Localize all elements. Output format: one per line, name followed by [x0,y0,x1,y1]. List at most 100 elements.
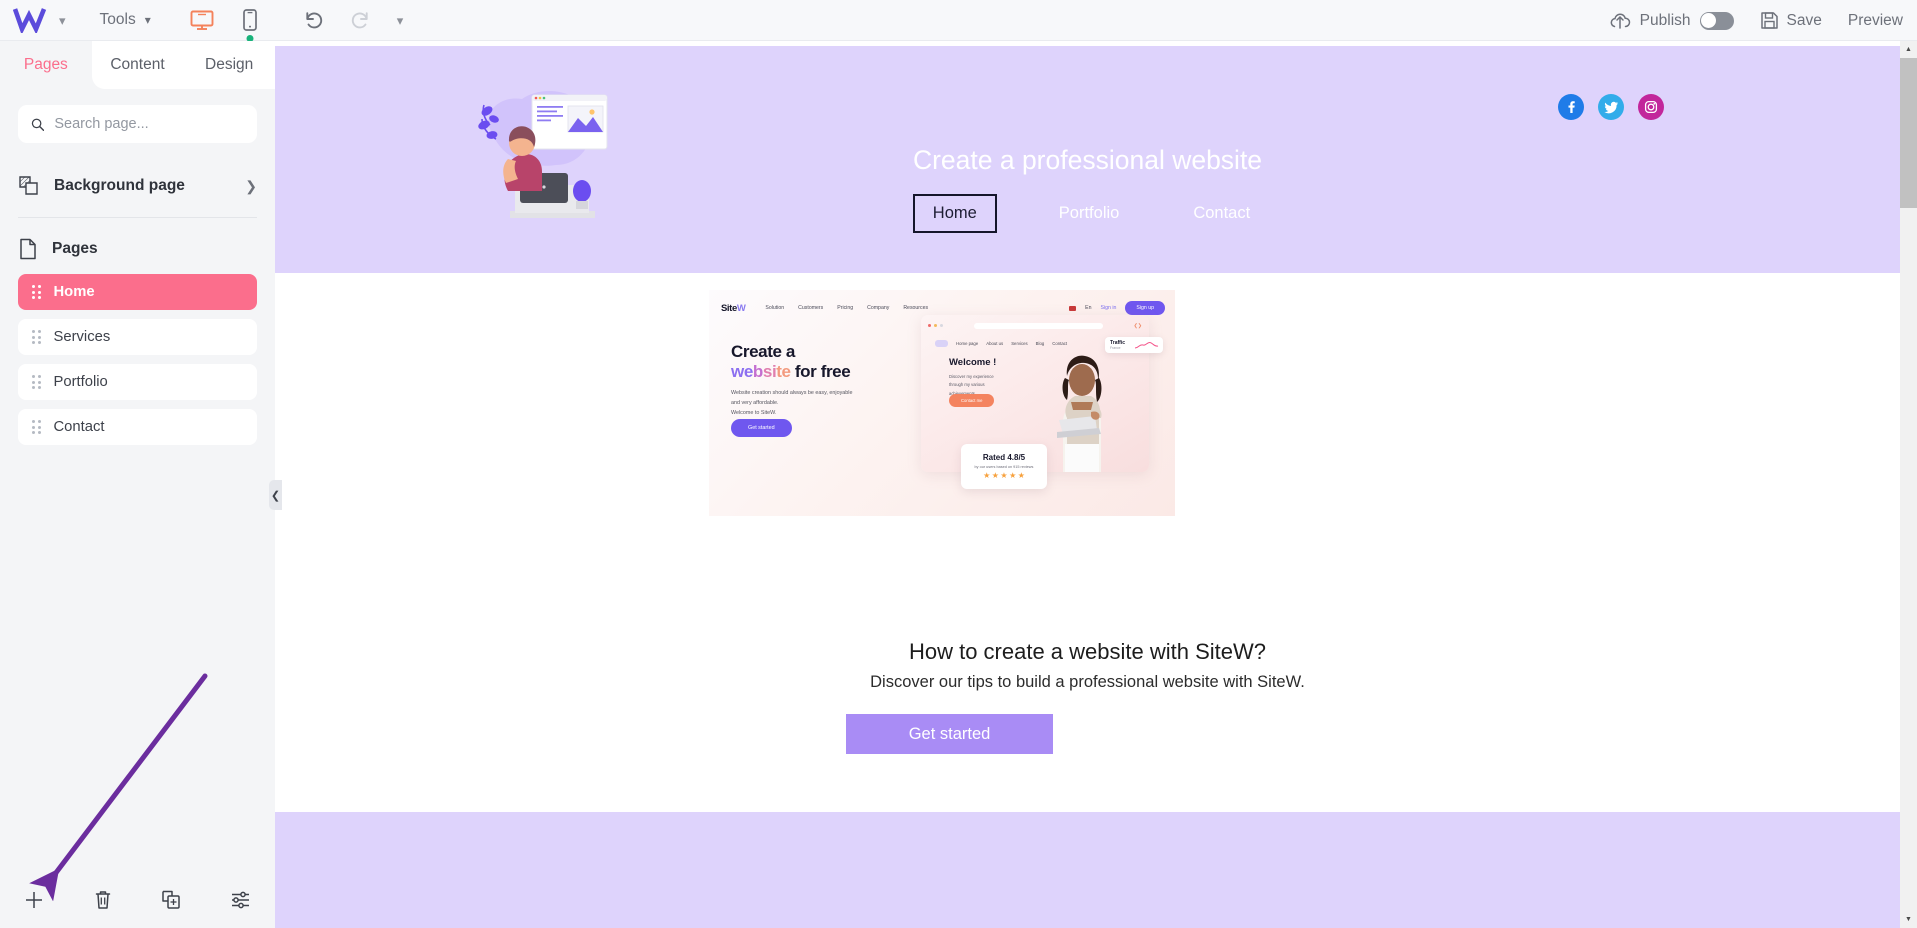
mockup-contact-me-button: Contact me [949,394,995,407]
drag-handle-icon[interactable] [32,330,41,344]
page-list-item-services[interactable]: Services [18,319,257,355]
page-list: Home Services Portfolio Contact [18,274,257,445]
scroll-up-button[interactable]: ▲ [1900,41,1917,58]
publish-toggle[interactable] [1699,11,1734,30]
section-subtitle[interactable]: Discover our tips to build a professiona… [275,673,1900,692]
embedded-nav-company: Company [867,305,890,311]
embedded-heading: Create a website for free [731,342,851,381]
undo-arrow-icon [306,12,322,29]
embedded-nav-right: En Sign in Sign up [1069,301,1165,315]
mockup-traffic-card: Traffic France [1105,337,1163,353]
embedded-sign-in: Sign in [1100,305,1117,311]
tools-label: Tools [99,11,136,28]
page-list-item-portfolio[interactable]: Portfolio [18,364,257,400]
mobile-view-button[interactable] [237,7,263,42]
redo-arrow-icon [351,12,368,29]
star-icon: ★ [991,471,999,480]
mockup-url-bar [974,322,1103,329]
history-controls: ▾ [303,10,404,30]
drag-handle-icon[interactable] [32,375,41,389]
page-item-label: Home [53,284,95,300]
sidebar-tabs: Pages Content Design [0,41,276,89]
desktop-monitor-icon [190,10,214,30]
duplicate-page-button[interactable] [138,889,207,911]
history-more-chevron-icon[interactable]: ▾ [397,14,404,27]
sitew-editor-window: ▾ Tools ▾ ▾ Publish Save Preview Pages C… [0,0,1917,928]
embedded-nav-pricing: Pricing [837,305,854,311]
instagram-icon[interactable] [1638,94,1664,120]
mockup-arrows-icon: ❮❯ [1133,322,1142,329]
drag-handle-icon[interactable] [32,285,41,299]
sidebar-collapse-handle[interactable]: ❮ [269,480,282,510]
page-list-item-contact[interactable]: Contact [18,409,257,445]
mockup-logo [935,340,948,347]
site-header-section[interactable]: Create a professional website Home Portf… [275,46,1900,273]
sidebar-bottom-actions [0,872,275,928]
mobile-phone-icon [242,9,257,31]
background-page-label: Background page [54,177,185,194]
canvas-vertical-scrollbar[interactable]: ▲ ▼ [1900,41,1917,928]
add-page-button[interactable] [0,889,69,911]
top-toolbar: ▾ Tools ▾ ▾ Publish Save Preview [0,0,1917,42]
star-icon: ★ [1000,471,1008,480]
get-started-button[interactable]: Get started [846,714,1053,754]
search-input[interactable] [54,116,244,132]
scroll-thumb[interactable] [1900,58,1917,208]
tab-pages[interactable]: Pages [0,41,92,89]
drag-handle-icon[interactable] [32,420,41,434]
woman-with-laptop-photo [1057,355,1102,472]
page-canvas: Create a professional website Home Portf… [275,41,1917,928]
tab-design[interactable]: Design [183,41,276,89]
embedded-sitew-screenshot[interactable]: SiteW Solution Customers Pricing Company… [709,290,1175,516]
page-list-item-home[interactable]: Home [18,274,257,310]
redo-button[interactable] [350,10,371,30]
site-title[interactable]: Create a professional website [275,145,1900,176]
sitew-logo[interactable] [13,7,47,33]
preview-button[interactable]: Preview [1848,12,1903,30]
device-switcher [189,7,263,42]
site-footer-section[interactable] [275,812,1900,928]
facebook-icon[interactable] [1558,94,1584,120]
mockup-welcome-heading: Welcome ! [949,357,997,368]
section-title[interactable]: How to create a website with SiteW? [275,639,1900,665]
canvas-inner: Create a professional website Home Portf… [275,41,1900,928]
pages-section-header: Pages [18,234,257,264]
embedded-brand-logo: SiteW [721,302,746,314]
logo-menu-chevron-icon[interactable]: ▾ [59,14,66,27]
chevron-right-icon: ❯ [245,177,257,194]
scroll-down-button[interactable]: ▼ [1900,911,1917,928]
embedded-browser-mockup: ❮❯ Home page About us Services Blog Cont… [921,315,1163,489]
pages-sidebar: Pages Content Design Background page ❯ [0,41,276,928]
mockup-nav-contact: Contact [1052,341,1068,346]
search-page-box[interactable] [18,105,257,143]
site-nav-portfolio[interactable]: Portfolio [1047,198,1132,229]
flag-icon [1069,305,1077,311]
mockup-rating-card: Rated 4.8/5 by our users based on 915 re… [961,444,1047,489]
publish-control[interactable]: Publish [1609,11,1734,30]
mockup-star-rating: ★ ★ ★ ★ ★ [983,472,1025,480]
page-settings-button[interactable] [206,889,275,911]
publish-label: Publish [1639,11,1691,29]
mockup-nav-about-us: About us [986,341,1004,346]
embedded-nav-resources: Resources [903,305,929,311]
sliders-icon [232,891,250,909]
sidebar-item-background-page[interactable]: Background page ❯ [18,169,257,203]
save-button[interactable]: Save [1760,11,1822,30]
delete-page-button[interactable] [69,889,138,911]
site-nav-contact[interactable]: Contact [1181,198,1262,229]
embedded-sign-up: Sign up [1125,301,1165,315]
sidebar-divider [18,217,257,218]
tab-content[interactable]: Content [91,41,184,89]
embedded-heading-line1: Create a [731,342,795,361]
tools-menu-button[interactable]: Tools ▾ [100,11,151,29]
desktop-view-button[interactable] [189,7,215,33]
undo-button[interactable] [303,10,324,30]
mockup-rating-subtitle: by our users based on 915 reviews [974,465,1034,469]
embedded-language: En [1085,305,1092,311]
site-nav-home[interactable]: Home [912,194,997,233]
chevron-left-icon: ❮ [270,489,281,502]
twitter-icon[interactable] [1598,94,1624,120]
embedded-nav-customers: Customers [798,305,824,311]
mockup-nav-services: Services [1011,341,1028,346]
traffic-sparkline-icon [1135,341,1159,349]
